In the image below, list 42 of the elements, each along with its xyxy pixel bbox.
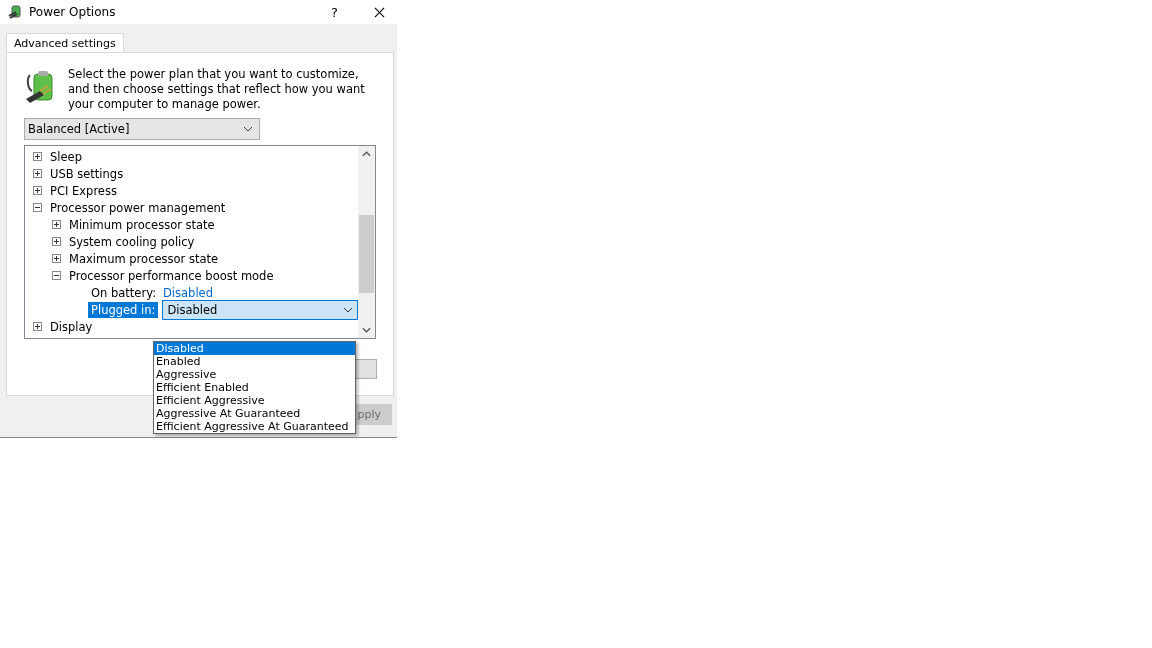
scrollbar-thumb[interactable] (359, 215, 374, 293)
expander-icon[interactable] (33, 203, 42, 212)
expander-icon[interactable] (33, 186, 42, 195)
tree-item[interactable]: Sleep (50, 149, 82, 164)
tree-item[interactable]: Display (50, 319, 93, 334)
tree-item[interactable]: PCI Express (50, 183, 117, 198)
description-text: Select the power plan that you want to customize, and then choose settings that reflect how you want your computer to manage power. (68, 67, 366, 112)
setting-value-link[interactable]: Disabled (163, 285, 213, 300)
tree-item[interactable]: Processor performance boost mode (69, 268, 274, 283)
power-plug-icon (8, 4, 24, 20)
dropdown-option[interactable]: Disabled (154, 342, 355, 355)
expander-icon[interactable] (33, 169, 42, 178)
dropdown-option[interactable]: Efficient Aggressive (154, 394, 355, 407)
scroll-down-icon[interactable] (362, 327, 371, 333)
tree-item[interactable]: Maximum processor state (69, 251, 219, 266)
help-button[interactable]: ? (331, 4, 338, 20)
plan-dropdown[interactable]: Balanced [Active] (24, 118, 260, 140)
chevron-down-icon (343, 306, 353, 313)
tree-item[interactable]: System cooling policy (69, 234, 195, 249)
tree-item[interactable]: USB settings (50, 166, 124, 181)
dropdown-option[interactable]: Aggressive (154, 368, 355, 381)
setting-label[interactable]: On battery: (88, 284, 159, 301)
expander-icon[interactable] (52, 237, 61, 246)
dropdown-option[interactable]: Enabled (154, 355, 355, 368)
dropdown-option[interactable]: Efficient Aggressive At Guaranteed (154, 420, 355, 433)
expander-icon[interactable] (52, 271, 61, 280)
scrollbar[interactable] (358, 146, 375, 338)
expander-icon[interactable] (33, 322, 42, 331)
expander-icon[interactable] (52, 254, 61, 263)
tree-item[interactable]: Minimum processor state (69, 217, 215, 232)
dropdown-option[interactable]: Aggressive At Guaranteed (154, 407, 355, 420)
window-title: Power Options (29, 5, 116, 19)
expander-icon[interactable] (52, 220, 61, 229)
setting-label[interactable]: Plugged in: (88, 301, 159, 318)
tree-item[interactable]: Processor power management (50, 200, 226, 215)
tab[interactable]: Advanced settings (6, 33, 124, 53)
close-icon[interactable] (374, 6, 385, 18)
value-dropdown[interactable]: Disabled (162, 299, 358, 320)
chevron-down-icon (243, 126, 253, 132)
scroll-up-icon[interactable] (362, 151, 371, 157)
dropdown-option[interactable]: Efficient Enabled (154, 381, 355, 394)
expander-icon[interactable] (33, 152, 42, 161)
